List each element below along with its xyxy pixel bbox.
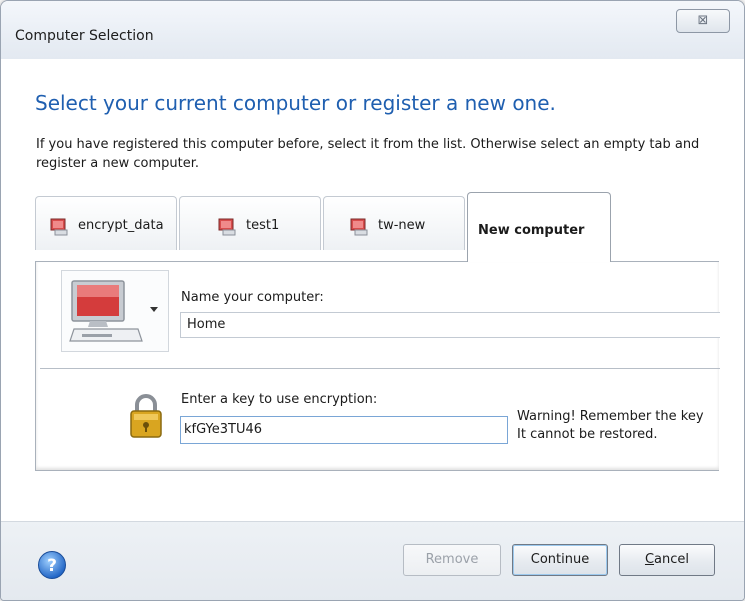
warning-line: Warning! Remember the key <box>517 409 704 424</box>
tab-label: encrypt_data <box>78 218 164 233</box>
computer-icon <box>69 280 143 342</box>
close-icon: ⊠ <box>697 13 709 28</box>
tab-label: test1 <box>246 218 280 233</box>
close-button[interactable]: ⊠ <box>676 9 730 33</box>
key-warning: Warning! Remember the key It cannot be r… <box>517 408 704 444</box>
title-bar: Computer Selection ⊠ <box>1 1 744 59</box>
computer-name-input[interactable]: Home <box>180 312 720 338</box>
page-heading: Select your current computer or register… <box>35 91 556 115</box>
encryption-key-input[interactable]: kfGYe3TU46 <box>180 416 508 444</box>
intro-text: If you have registered this computer bef… <box>36 137 700 171</box>
panel-divider <box>40 368 720 369</box>
computer-icon <box>50 218 68 236</box>
computer-picker-dropdown[interactable] <box>61 270 169 352</box>
computer-selection-dialog: Computer Selection ⊠ Select your current… <box>0 0 745 601</box>
tab-test1[interactable]: test1 <box>179 196 321 250</box>
key-label: Enter a key to use encryption: <box>181 392 378 407</box>
help-icon[interactable]: ? <box>37 550 67 580</box>
padlock-icon <box>130 394 162 438</box>
computer-icon <box>350 218 368 236</box>
continue-button[interactable]: Continue <box>512 544 608 576</box>
computer-icon <box>218 218 236 236</box>
tab-encrypt-data[interactable]: encrypt_data <box>35 196 177 250</box>
tab-label: New computer <box>478 223 585 238</box>
tab-new-computer[interactable]: New computer <box>467 192 611 262</box>
dialog-footer: ? Remove Continue Cancel <box>1 521 744 600</box>
window-title: Computer Selection <box>15 28 154 44</box>
new-computer-panel: Name your computer: Home Enter a key to … <box>35 261 720 471</box>
remove-button[interactable]: Remove <box>403 544 501 576</box>
warning-line: It cannot be restored. <box>517 427 658 442</box>
tab-tw-new[interactable]: tw-new <box>323 196 465 250</box>
cancel-label-rest: ancel <box>654 552 690 567</box>
chevron-down-icon <box>150 307 158 312</box>
cancel-accelerator: C <box>644 552 655 567</box>
computer-tabs: encrypt_data test1 tw-new New computer <box>35 192 720 262</box>
name-label: Name your computer: <box>181 290 324 305</box>
cancel-button[interactable]: Cancel <box>619 544 715 576</box>
tab-label: tw-new <box>378 218 426 233</box>
svg-text:?: ? <box>47 556 57 576</box>
